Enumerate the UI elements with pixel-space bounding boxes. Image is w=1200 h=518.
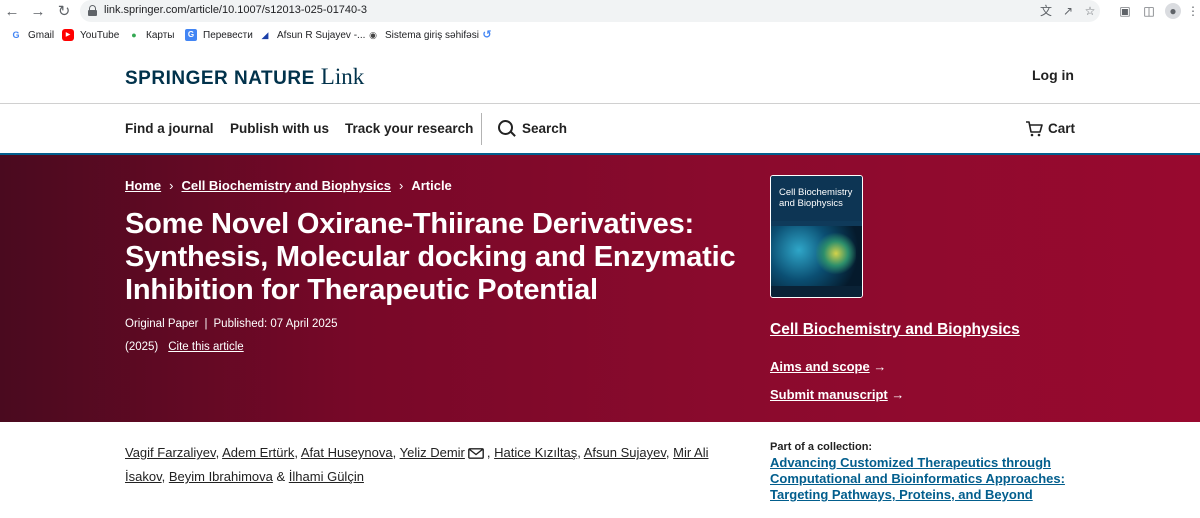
cite-article-link[interactable]: Cite this article <box>168 341 243 353</box>
url-text[interactable]: link.springer.com/article/10.1007/s12013… <box>104 4 367 16</box>
published-date: Published: 07 April 2025 <box>213 318 338 330</box>
forward-icon[interactable]: → <box>28 2 48 22</box>
side-panel-icon[interactable]: ◫ <box>1141 3 1157 19</box>
article-meta: Original Paper | Published: 07 April 2025 <box>125 318 338 330</box>
author-link[interactable]: Afsun Sujayev <box>584 445 666 460</box>
bookmark-youtube[interactable]: ▶ YouTube <box>62 28 119 42</box>
submit-manuscript-label: Submit manuscript <box>770 387 888 402</box>
mail-icon[interactable] <box>467 448 484 459</box>
journal-cover[interactable]: Cell Biochemistry and Biophysics <box>770 175 863 298</box>
bookmark-label: Карты <box>146 29 175 41</box>
search-icon[interactable] <box>498 120 516 138</box>
bookmark-label: Afsun R Sujayev -... <box>277 29 366 41</box>
bookmark-translate[interactable]: G Перевести <box>185 28 253 42</box>
chevron-right-icon: › <box>169 178 174 193</box>
aims-scope-link[interactable]: Aims and scope → <box>770 359 886 374</box>
cover-image-detail <box>816 231 856 276</box>
nav-cart[interactable]: Cart <box>1048 121 1075 136</box>
browser-toolbar: ← → ↻ link.springer.com/article/10.1007/… <box>0 0 1200 24</box>
translate-icon: G <box>185 29 197 41</box>
bookmark-label: Gmail <box>28 29 55 41</box>
author-list: Vagif Farzaliyev, Adem Ertürk, Afat Huse… <box>125 445 709 484</box>
author-link[interactable]: Hatice Kızıltaş <box>494 445 577 460</box>
youtube-icon: ▶ <box>62 29 74 41</box>
bookmark-maps[interactable]: ● Карты <box>128 28 175 42</box>
translate-page-icon[interactable]: 文 <box>1038 3 1054 19</box>
nav-publish[interactable]: Publish with us <box>230 121 329 136</box>
author-link[interactable]: Yeliz Demir <box>400 445 465 460</box>
cart-icon[interactable] <box>1025 121 1043 137</box>
main-nav: Find a journal Publish with us Track you… <box>0 105 1200 153</box>
back-icon[interactable]: ← <box>2 2 22 22</box>
logo-brand-text: SPRINGER NATURE <box>125 68 315 89</box>
nav-track-research[interactable]: Track your research <box>345 121 473 136</box>
article-title: Some Novel Oxirane-Thiirane Derivatives:… <box>125 208 736 306</box>
profile-icon[interactable]: ● <box>1165 3 1181 19</box>
lock-icon[interactable] <box>88 5 97 16</box>
bookmark-gmail[interactable]: G Gmail <box>10 28 54 42</box>
author-link[interactable]: Vagif Farzaliyev <box>125 445 216 460</box>
bookmark-history[interactable]: ↺ <box>481 28 499 42</box>
article-hero: Home › Cell Biochemistry and Biophysics … <box>0 153 1200 422</box>
collection-label: Part of a collection: <box>770 441 873 453</box>
journal-name-link[interactable]: Cell Biochemistry and Biophysics <box>770 321 1020 339</box>
article-type: Original Paper <box>125 318 199 330</box>
author-link[interactable]: Beyim Ibrahimova <box>169 469 273 484</box>
breadcrumb-current: Article <box>411 178 452 193</box>
nav-divider <box>481 113 482 145</box>
article-year: (2025) <box>125 341 159 353</box>
springer-nature-logo[interactable]: SPRINGER NATURE Link <box>125 64 364 90</box>
bookmark-label: Перевести <box>203 29 253 41</box>
author-link[interactable]: İlhami Gülçin <box>289 469 364 484</box>
bookmark-afsun[interactable]: ◢ Afsun R Sujayev -... <box>259 28 366 42</box>
globe-icon: ◉ <box>369 30 377 40</box>
collection-link[interactable]: Advancing Customized Therapeutics throug… <box>770 455 1070 503</box>
arrow-right-icon: → <box>891 387 905 402</box>
site-header: SPRINGER NATURE Link Log in <box>0 48 1200 104</box>
meta-divider: | <box>204 318 208 330</box>
article-year-row: (2025) Cite this article <box>125 341 244 353</box>
menu-icon[interactable]: ⋮ <box>1185 3 1200 19</box>
aims-scope-label: Aims and scope <box>770 359 870 374</box>
site-icon: ◢ <box>261 30 269 40</box>
bookmark-label: YouTube <box>80 29 120 41</box>
maps-icon: ● <box>131 30 137 40</box>
history-icon: ↺ <box>482 29 492 41</box>
login-link[interactable]: Log in <box>1032 67 1074 83</box>
share-icon[interactable]: ↗ <box>1060 3 1076 19</box>
nav-find-journal[interactable]: Find a journal <box>125 121 214 136</box>
breadcrumb: Home › Cell Biochemistry and Biophysics … <box>125 178 452 193</box>
logo-link-text: Link <box>320 64 365 89</box>
author-link[interactable]: Afat Huseynova <box>301 445 393 460</box>
bookmark-star-icon[interactable]: ☆ <box>1082 3 1098 19</box>
reload-icon[interactable]: ↻ <box>54 2 74 22</box>
address-bar[interactable]: link.springer.com/article/10.1007/s12013… <box>80 0 1100 22</box>
cover-title: Cell Biochemistry and Biophysics <box>779 187 853 209</box>
bookmark-label: Sistema giriş səhifəsi <box>385 29 479 41</box>
submit-manuscript-link[interactable]: Submit manuscript → <box>770 387 904 402</box>
chevron-right-icon: › <box>398 178 404 193</box>
author-link[interactable]: Adem Ertürk <box>222 445 294 460</box>
bookmarks-bar: G Gmail ▶ YouTube ● Карты G Перевести ◢ … <box>0 24 1200 46</box>
nav-search[interactable]: Search <box>522 121 567 136</box>
arrow-right-icon: → <box>873 359 887 374</box>
breadcrumb-home[interactable]: Home <box>125 178 161 193</box>
cover-footer <box>771 286 862 297</box>
bookmark-sistema[interactable]: ◉ Sistema giriş səhifəsi <box>367 28 479 42</box>
extensions-icon[interactable]: ▣ <box>1117 3 1133 19</box>
breadcrumb-journal[interactable]: Cell Biochemistry and Biophysics <box>181 178 391 193</box>
google-icon: G <box>12 30 20 40</box>
